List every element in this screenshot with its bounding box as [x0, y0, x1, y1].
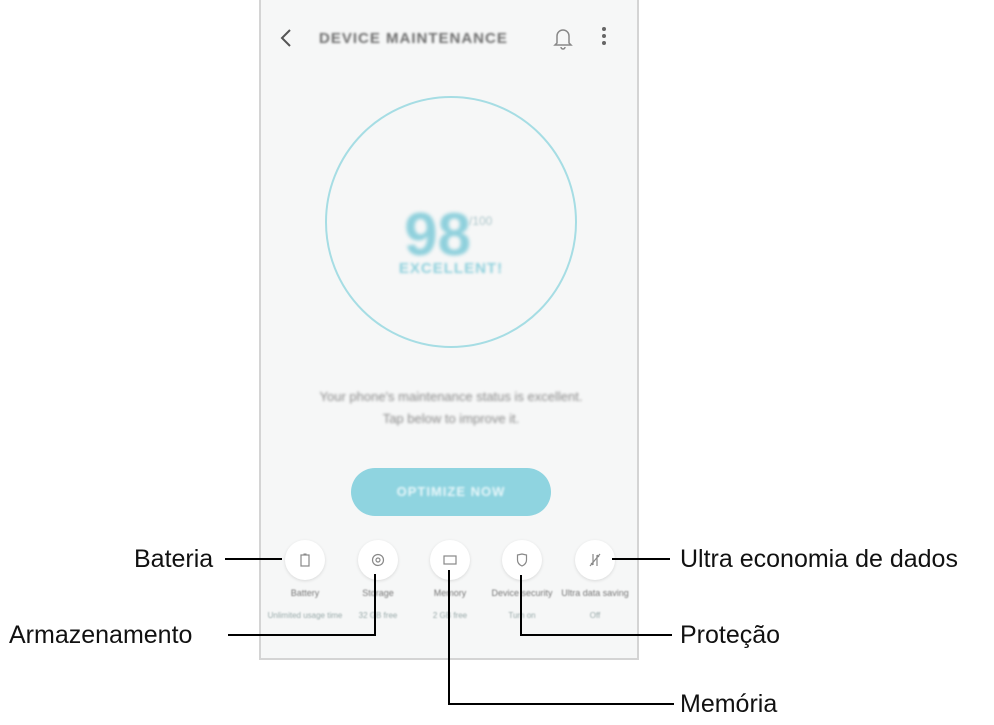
bell-icon: [553, 29, 573, 50]
more-options-button[interactable]: [599, 24, 609, 52]
notification-button[interactable]: [551, 25, 575, 51]
maintenance-tiles: Battery Unlimited usage time Storage 32 …: [261, 540, 637, 658]
status-message-line-2: Tap below to improve it.: [382, 411, 520, 426]
status-message-line-1: Your phone's maintenance status is excel…: [319, 389, 583, 404]
shield-icon: [516, 553, 528, 567]
optimize-now-label: OPTIMIZE NOW: [396, 484, 506, 499]
tile-storage[interactable]: Storage 32 GB free: [340, 540, 416, 621]
callout-data-saving: Ultra economia de dados: [680, 545, 958, 573]
tile-label: Device security: [491, 588, 553, 598]
status-message: Your phone's maintenance status is excel…: [281, 386, 621, 430]
tile-value: 32 GB free: [358, 611, 398, 620]
score-unit: /100: [469, 214, 493, 228]
callout-battery: Bateria: [134, 545, 214, 573]
more-vertical-icon: [599, 27, 609, 45]
tile-value: Off: [589, 611, 601, 620]
tile-device-security[interactable]: Device security Turn on: [484, 540, 560, 621]
memory-icon: [443, 555, 457, 565]
status-text: EXCELLENT!: [398, 260, 504, 277]
tile-label: Ultra data saving: [561, 588, 629, 598]
tile-value: 2 GB free: [432, 611, 468, 620]
maintenance-score: 98: [404, 201, 471, 268]
phone-screen: DEVICE MAINTENANCE 98 /100 EXCELLENT! Yo…: [259, 0, 639, 660]
callout-storage: Armazenamento: [9, 621, 193, 649]
callout-security: Proteção: [680, 621, 781, 649]
tile-label: Battery: [290, 588, 320, 598]
tile-memory[interactable]: Memory 2 GB free: [412, 540, 488, 621]
tile-ultra-data-saving[interactable]: Ultra data saving Off: [557, 540, 633, 621]
back-button[interactable]: [279, 26, 293, 55]
optimize-now-button[interactable]: OPTIMIZE NOW: [351, 468, 551, 516]
tile-value: Turn on: [508, 611, 536, 620]
tile-battery[interactable]: Battery Unlimited usage time: [267, 540, 343, 621]
page-title: DEVICE MAINTENANCE: [319, 30, 508, 47]
tile-label: Storage: [362, 588, 394, 598]
callout-memory: Memória: [680, 690, 778, 718]
storage-icon: [371, 553, 385, 567]
tile-label: Memory: [433, 588, 467, 598]
chevron-left-icon: [280, 29, 291, 47]
battery-icon: [300, 553, 310, 567]
app-bar: DEVICE MAINTENANCE: [261, 0, 637, 80]
tile-value: Unlimited usage time: [267, 611, 343, 620]
data-saving-icon: [589, 553, 601, 567]
